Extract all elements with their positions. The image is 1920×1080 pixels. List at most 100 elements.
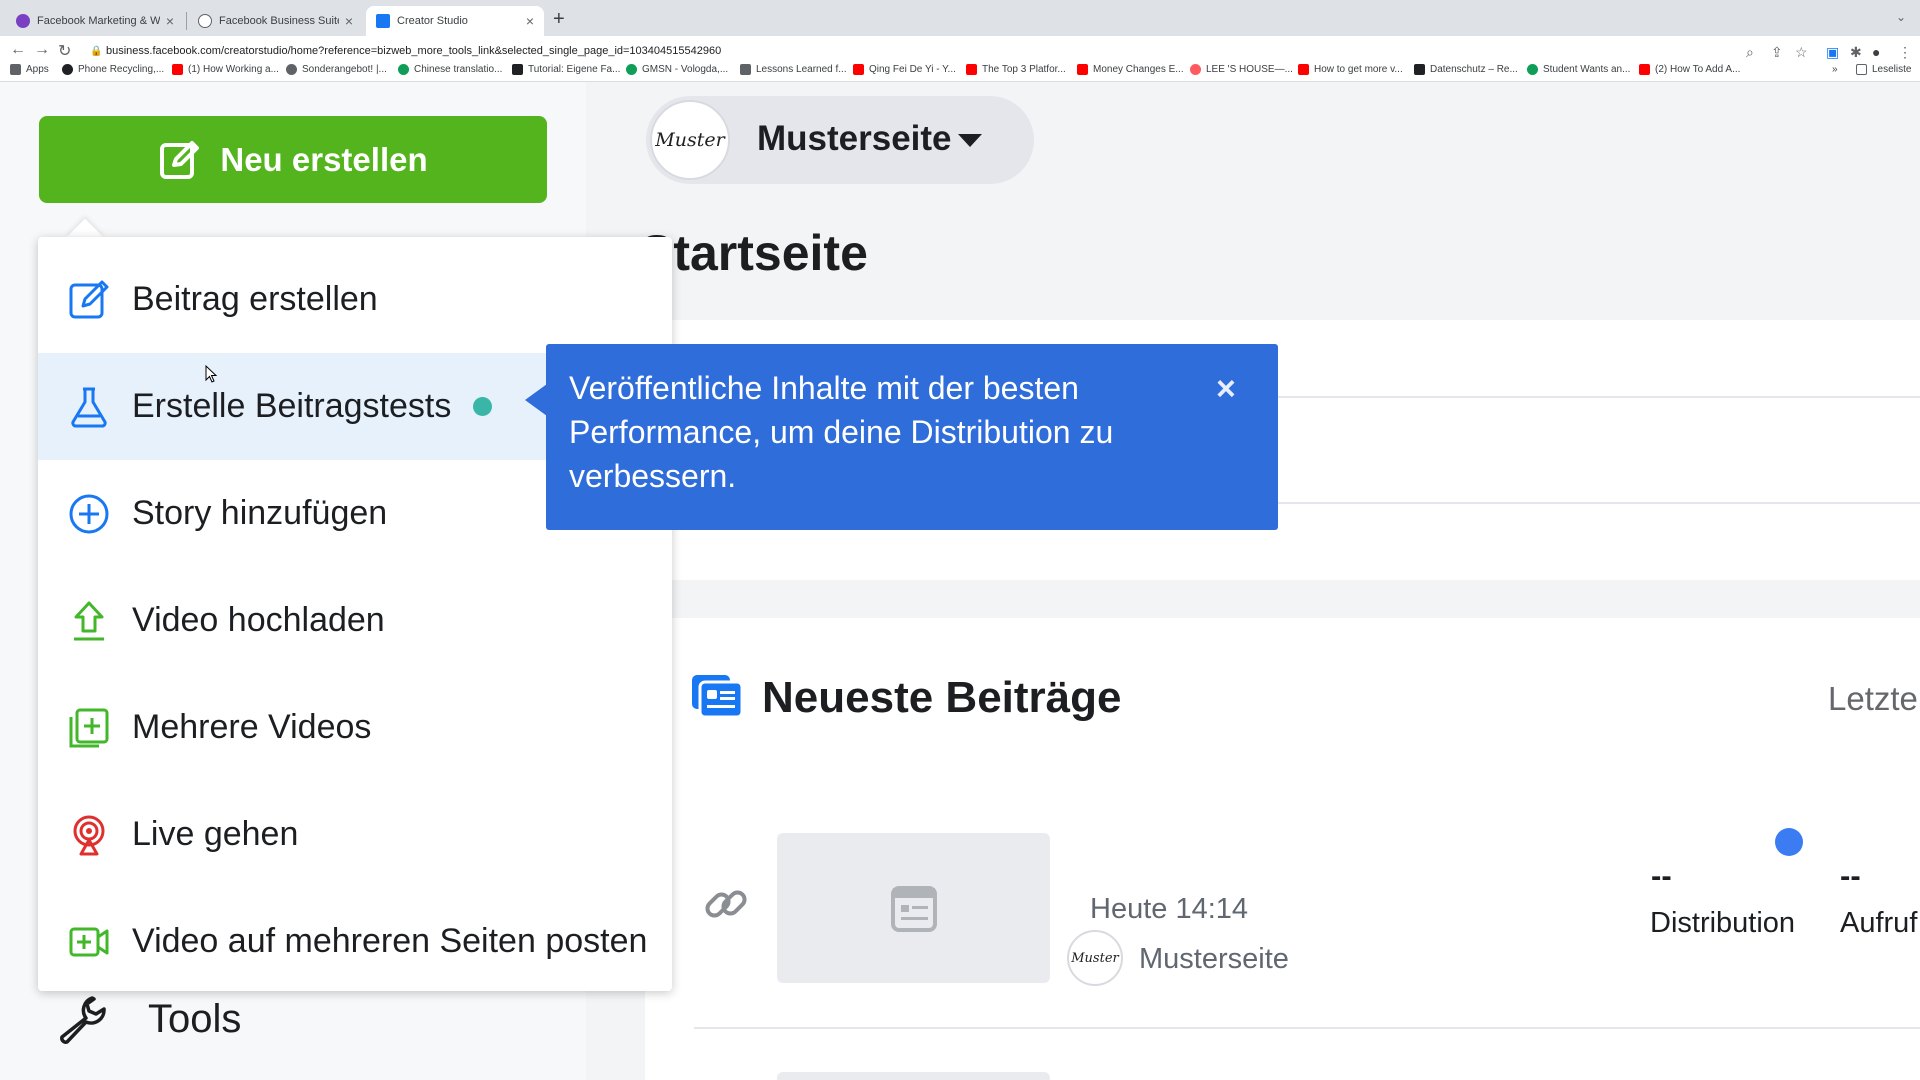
bookmark-item[interactable]: Tutorial: Eigene Fa... (512, 64, 620, 75)
browser-menu-icon[interactable]: ⋮ (1898, 44, 1912, 61)
distribution-label: Distribution (1650, 907, 1796, 939)
bookmark-item[interactable]: GMSN - Vologda,... (626, 64, 728, 75)
bookmark-item[interactable]: (2) How To Add A... (1639, 64, 1740, 75)
create-new-button[interactable]: Neu erstellen (39, 116, 547, 203)
tooltip-text: Veröffentliche Inhalte mit der besten Pe… (569, 370, 1114, 494)
bookmark-item[interactable]: Phone Recycling,... (62, 64, 164, 75)
bookmark-item[interactable]: LEE 'S HOUSE—... (1190, 64, 1293, 75)
tab-title: Facebook Business Suite (219, 15, 339, 27)
tab-title: Facebook Marketing & Werbea... (37, 15, 160, 27)
page-title: Startseite (640, 225, 868, 281)
menu-item-label: Mehrere Videos (132, 708, 372, 746)
bookmarks-overflow-button[interactable]: » (1832, 64, 1838, 75)
post-thumbnail[interactable] (777, 1072, 1050, 1080)
tab-search-icon[interactable]: ⌄ (1896, 10, 1906, 24)
tools-label: Tools (148, 996, 242, 1041)
lock-icon[interactable]: 🔒 (90, 46, 102, 57)
menu-item-crosspost-video[interactable]: Video auf mehreren Seiten posten (38, 888, 672, 995)
zoom-icon[interactable]: ⌕ (1746, 44, 1754, 61)
menu-item-label: Video auf mehreren Seiten posten (132, 922, 648, 960)
bookmark-item[interactable]: (1) How Working a... (172, 64, 279, 75)
recent-posts-title: Neueste Beiträge (762, 673, 1122, 722)
share-icon[interactable]: ⇪ (1771, 44, 1783, 61)
flask-icon (67, 385, 111, 429)
news-feed-icon (692, 675, 742, 717)
menu-item-label: Erstelle Beitragstests (132, 387, 452, 425)
post-page-name: Musterseite (1139, 943, 1289, 975)
compose-icon (160, 140, 200, 179)
create-new-label: Neu erstellen (220, 140, 428, 178)
bookmark-item[interactable]: The Top 3 Platfor... (966, 64, 1066, 75)
bookmark-item[interactable]: Qing Fei De Yi - Y... (853, 64, 956, 75)
bookmark-item[interactable]: How to get more v... (1298, 64, 1403, 75)
forward-icon[interactable]: → (34, 41, 50, 59)
close-tab-icon[interactable]: × (166, 13, 174, 29)
close-tab-icon[interactable]: × (345, 13, 353, 29)
post-page-avatar: Muster (1067, 930, 1123, 986)
plus-circle-icon (67, 492, 111, 536)
profile-avatar-icon[interactable]: ● (1872, 44, 1880, 60)
menu-item-multiple-videos[interactable]: Mehrere Videos (38, 674, 672, 781)
menu-item-go-live[interactable]: Live gehen (38, 781, 672, 888)
bookmark-favicon-icon (1527, 64, 1538, 75)
row-divider (694, 1027, 1920, 1029)
airbnb-icon (1190, 64, 1201, 75)
views-label: Aufruf (1840, 907, 1918, 939)
menu-item-label: Live gehen (132, 815, 299, 853)
mouse-cursor-icon (205, 365, 218, 383)
page-avatar: Muster (650, 100, 730, 180)
chevron-down-icon[interactable] (958, 134, 982, 147)
browser-tab[interactable]: Facebook Business Suite × (188, 6, 363, 36)
extensions-icon[interactable]: ✱ (1850, 44, 1862, 61)
browser-tab[interactable]: Facebook Marketing & Werbea... × (6, 6, 184, 36)
recent-posts-filter[interactable]: Letzte (1828, 680, 1918, 718)
close-icon[interactable]: × (1216, 370, 1236, 409)
youtube-icon (1077, 64, 1088, 75)
new-tab-button[interactable]: + (553, 8, 565, 31)
bookmark-item[interactable]: Apps (10, 64, 49, 75)
post-placeholder-icon (891, 886, 937, 932)
feature-tooltip: Veröffentliche Inhalte mit der besten Pe… (546, 344, 1278, 530)
bookmark-favicon-icon (1414, 64, 1425, 75)
new-feature-dot (473, 397, 493, 416)
youtube-icon (172, 64, 183, 75)
bookmark-item[interactable]: Sonderangebot! |... (286, 64, 387, 75)
compose-icon (67, 278, 111, 322)
menu-item-upload-video[interactable]: Video hochladen (38, 567, 672, 674)
tab-favicon-icon (198, 14, 212, 28)
bookmark-item[interactable]: Lessons Learned f... (740, 64, 847, 75)
bookmark-item[interactable]: Money Changes E... (1077, 64, 1184, 75)
bookmarks-bar: Apps Phone Recycling,... (1) How Working… (0, 60, 1920, 82)
post-timestamp: Heute 14:14 (1090, 893, 1249, 925)
status-dot (1775, 828, 1803, 856)
reading-list-button[interactable]: Leseliste (1856, 64, 1911, 75)
page-selector-name: Musterseite (757, 119, 952, 158)
reading-list-icon (1856, 64, 1867, 75)
crosspost-video-icon (67, 920, 111, 964)
browser-tab-active[interactable]: Creator Studio × (366, 6, 544, 36)
bookmark-favicon-icon (286, 64, 297, 75)
views-value: -- (1840, 858, 1861, 893)
close-tab-icon[interactable]: × (526, 13, 534, 29)
back-icon[interactable]: ← (10, 41, 26, 59)
bookmark-item[interactable]: Datenschutz – Re... (1414, 64, 1518, 75)
browser-tab-bar: Facebook Marketing & Werbea... × Faceboo… (0, 0, 1920, 36)
sidebar-item-tools[interactable]: Tools (56, 993, 241, 1045)
youtube-icon (1298, 64, 1309, 75)
post-thumbnail[interactable] (777, 833, 1050, 983)
tab-favicon-icon (16, 14, 30, 28)
multi-video-icon (67, 706, 111, 750)
bookmark-favicon-icon (626, 64, 637, 75)
tab-title: Creator Studio (397, 15, 468, 27)
facebook-extension-icon[interactable]: ▣ (1826, 44, 1839, 61)
reload-icon[interactable]: ↻ (58, 41, 71, 61)
wrench-icon (60, 996, 106, 1044)
url-field[interactable]: business.facebook.com/creatorstudio/home… (106, 45, 721, 57)
distribution-value: -- (1651, 858, 1672, 893)
menu-item-create-post[interactable]: Beitrag erstellen (38, 246, 672, 353)
bookmark-item[interactable]: Student Wants an... (1527, 64, 1630, 75)
bookmark-favicon-icon (512, 64, 523, 75)
bookmark-star-icon[interactable]: ☆ (1795, 44, 1808, 61)
bookmark-item[interactable]: Chinese translatio... (398, 64, 502, 75)
bookmark-favicon-icon (740, 64, 751, 75)
